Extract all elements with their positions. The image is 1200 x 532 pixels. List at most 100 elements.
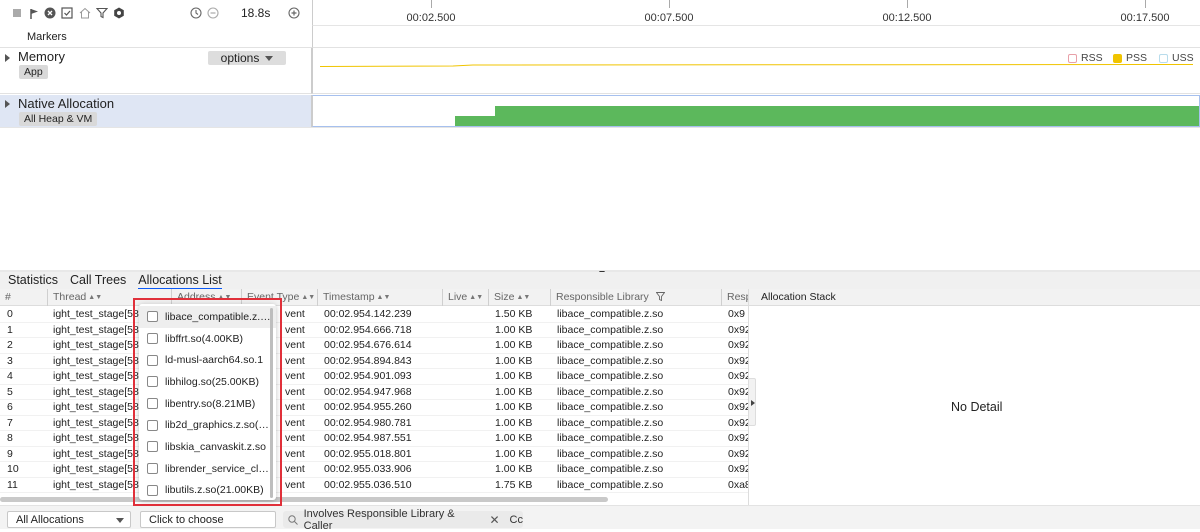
- flag-icon[interactable]: [28, 7, 40, 19]
- tab-allocations-list[interactable]: Allocations List: [138, 272, 223, 290]
- allocations-select[interactable]: All Allocations: [7, 511, 131, 528]
- table-row[interactable]: 10 ight_test_stage[58 vent 00:02.955.033.90…: [0, 462, 748, 478]
- close-icon[interactable]: ✕: [489, 513, 499, 527]
- home-icon[interactable]: [79, 7, 91, 19]
- cell-event: vent: [285, 432, 305, 444]
- cell-resp: 0x92: [728, 401, 748, 413]
- tab-call-trees[interactable]: Call Trees: [70, 272, 126, 289]
- library-option[interactable]: libutils.z.so(21.00KB): [139, 480, 276, 502]
- library-option[interactable]: ld-musl-aarch64.so.1: [139, 349, 276, 371]
- library-option[interactable]: lib2d_graphics.z.so(1.00KB): [139, 414, 276, 436]
- col-resp[interactable]: Resp: [721, 289, 748, 306]
- expand-caret-icon[interactable]: [5, 54, 10, 62]
- cell-num: 7: [7, 416, 13, 429]
- cell-size: 1.00 KB: [495, 416, 533, 429]
- table-row[interactable]: 9 ight_test_stage[58 vent 00:02.955.018.801…: [0, 447, 748, 462]
- cell-num: 6: [7, 401, 13, 413]
- cell-timestamp: 00:02.955.036.510: [324, 478, 412, 491]
- library-option[interactable]: libffrt.so(4.00KB): [139, 328, 276, 350]
- table-row[interactable]: 11 ight_test_stage[58 vent 00:02.955.036.51…: [0, 478, 748, 493]
- library-option[interactable]: libace_compatible.z.so: [139, 306, 276, 328]
- markers-track[interactable]: [312, 26, 1200, 48]
- library-option[interactable]: libentry.so(8.21MB): [139, 393, 276, 415]
- col-timestamp[interactable]: Timestamp ▲▼: [317, 289, 442, 306]
- popup-scrollbar[interactable]: [270, 308, 273, 498]
- checkbox[interactable]: [147, 398, 158, 410]
- legend-pss-swatch: [1113, 53, 1122, 63]
- table-row[interactable]: 2 ight_test_stage[58 vent 00:02.954.676.614…: [0, 338, 748, 354]
- library-choose-select[interactable]: Click to choose: [140, 511, 276, 528]
- library-option[interactable]: librender_service_client.z.so: [139, 458, 276, 480]
- cell-size: 1.50 KB: [495, 308, 533, 320]
- col-size[interactable]: Size ▲▼: [488, 289, 550, 306]
- cell-resp: 0x92: [728, 447, 748, 460]
- stop-icon[interactable]: [11, 7, 23, 19]
- library-option[interactable]: libskia_canvaskit.z.so: [139, 436, 276, 458]
- table-row[interactable]: 5 ight_test_stage[58 vent 00:02.954.947.968…: [0, 385, 748, 400]
- table-row[interactable]: 4 ight_test_stage[58 vent 00:02.954.901.093…: [0, 369, 748, 385]
- legend-rss[interactable]: RSS: [1068, 52, 1103, 64]
- ruler-tick: 00:07.500: [644, 12, 694, 24]
- native-allocation-track-header[interactable]: Native Allocation All Heap & VM: [0, 95, 312, 127]
- library-option-label: libhilog.so(25.00KB): [165, 375, 259, 388]
- cell-resp: 0x92: [728, 339, 748, 351]
- memory-track-header[interactable]: Memory App options: [0, 48, 312, 94]
- case-toggle[interactable]: Cc: [510, 514, 523, 526]
- circle-x-icon[interactable]: [44, 7, 56, 19]
- table-row[interactable]: 6 ight_test_stage[58 vent 00:02.954.955.260…: [0, 400, 748, 416]
- filter-bar: All Allocations Click to choose Involves…: [0, 505, 1200, 532]
- cell-event: vent: [285, 478, 305, 491]
- chevron-down-icon: [265, 55, 274, 61]
- checkbox[interactable]: [147, 419, 158, 431]
- col-live[interactable]: Live ▲▼: [442, 289, 488, 306]
- table-row[interactable]: 1 ight_test_stage[58 vent 00:02.954.666.718…: [0, 323, 748, 338]
- table-row[interactable]: 8 ight_test_stage[58 vent 00:02.954.987.551…: [0, 431, 748, 447]
- plus-circle-icon[interactable]: [288, 7, 300, 19]
- cell-library: libace_compatible.z.so: [557, 354, 664, 367]
- options-dropdown[interactable]: options: [208, 51, 286, 65]
- allocation-bar-small: [455, 116, 495, 126]
- legend-pss[interactable]: PSS: [1113, 52, 1147, 64]
- bottom-tabs: Statistics Call Trees Allocations List: [0, 272, 1200, 290]
- cell-event: vent: [285, 308, 305, 320]
- cell-timestamp: 00:02.954.142.239: [324, 308, 412, 320]
- filter-icon[interactable]: [655, 292, 666, 302]
- library-option[interactable]: libhilog.so(25.00KB): [139, 371, 276, 393]
- checkbox[interactable]: [147, 333, 158, 345]
- cell-size: 1.00 KB: [495, 447, 533, 460]
- cell-size: 1.00 KB: [495, 401, 533, 413]
- table-row[interactable]: 0 ight_test_stage[58 vent 00:02.954.142.239…: [0, 307, 748, 323]
- cell-num: 10: [7, 463, 19, 475]
- checkbox[interactable]: [147, 441, 158, 453]
- checkbox[interactable]: [147, 311, 158, 323]
- clock-icon[interactable]: [190, 7, 202, 19]
- minus-circle-icon[interactable]: [207, 7, 219, 19]
- memory-track[interactable]: RSS PSS USS: [312, 48, 1200, 94]
- table-row[interactable]: 3 ight_test_stage[58 vent 00:02.954.894.843…: [0, 354, 748, 369]
- checkbox[interactable]: [147, 376, 158, 388]
- table-row[interactable]: 7 ight_test_stage[58 vent 00:02.954.980.781…: [0, 416, 748, 431]
- checkbox[interactable]: [147, 463, 158, 475]
- filter-icon[interactable]: [96, 7, 108, 19]
- expand-right-icon[interactable]: [751, 400, 755, 406]
- tab-statistics[interactable]: Statistics: [8, 272, 58, 289]
- native-allocation-track[interactable]: [312, 95, 1200, 127]
- checkbox[interactable]: [147, 354, 158, 366]
- settings-icon[interactable]: [113, 7, 125, 19]
- toolbar: 18.8s: [0, 0, 312, 26]
- legend-uss[interactable]: USS: [1159, 52, 1194, 64]
- library-option-label: ld-musl-aarch64.so.1: [165, 354, 264, 367]
- allocation-bar-main: [495, 106, 1199, 126]
- expand-caret-icon[interactable]: [5, 100, 10, 108]
- col-responsible-library[interactable]: Responsible Library: [550, 289, 721, 306]
- save-icon[interactable]: [61, 7, 73, 19]
- filter-input[interactable]: Involves Responsible Library & Caller ✕ …: [283, 508, 523, 532]
- ruler-tick: 00:17.500: [1120, 12, 1170, 24]
- time-ruler[interactable]: 00:02.500 00:07.500 00:12.500 00:17.500: [312, 0, 1200, 26]
- markers-row: Markers: [0, 26, 312, 48]
- memory-tag: App: [19, 65, 48, 79]
- col-num[interactable]: #: [0, 289, 47, 306]
- horizontal-scrollbar[interactable]: [0, 497, 608, 502]
- checkbox[interactable]: [147, 484, 158, 496]
- allocation-stack-panel: No Detail: [748, 306, 1200, 506]
